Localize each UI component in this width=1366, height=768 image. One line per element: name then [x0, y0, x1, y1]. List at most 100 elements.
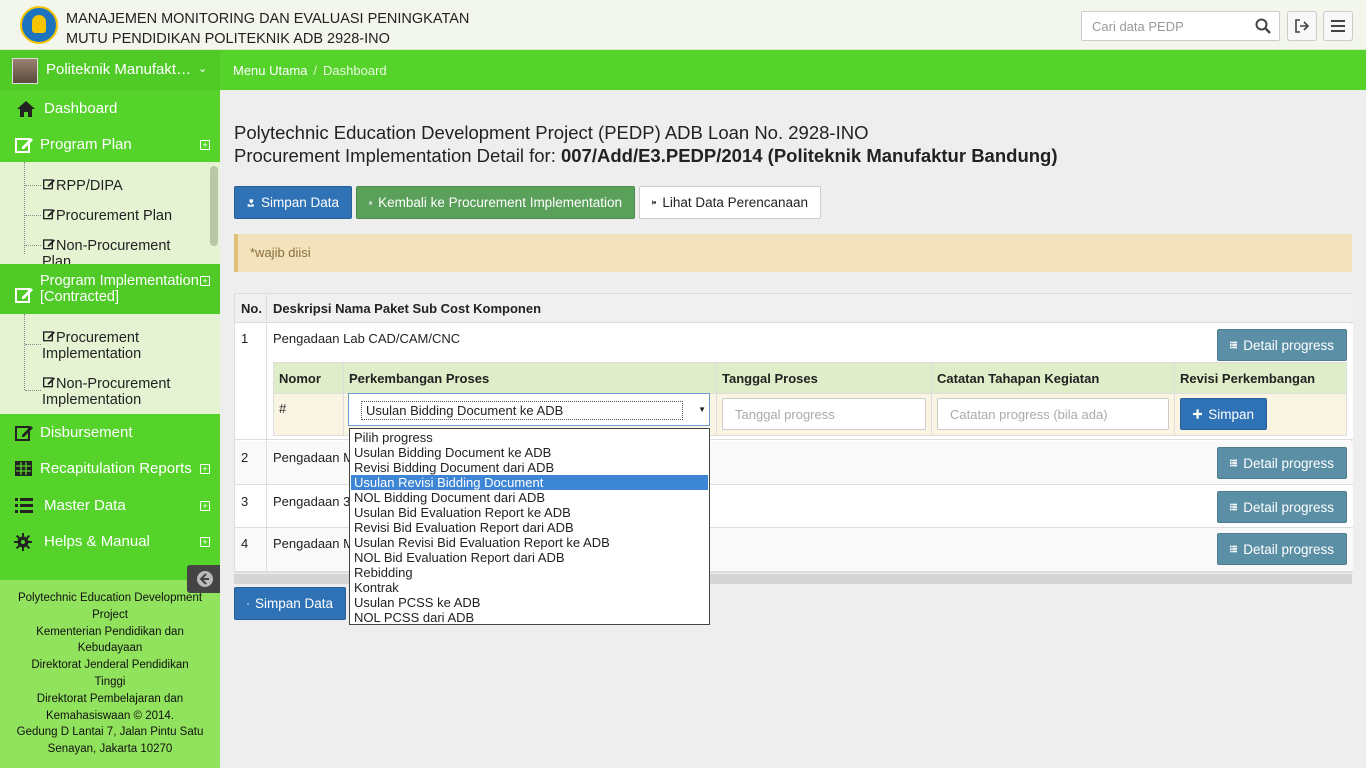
row-description: Pengadaan M	[273, 450, 354, 465]
sidebar-label-procurement-plan: Procurement Plan	[56, 208, 173, 224]
expand-icon[interactable]: +	[200, 501, 210, 511]
edit-icon	[43, 239, 55, 250]
sidebar-footer: Polytechnic Education Development Projec…	[0, 580, 220, 768]
dropdown-option[interactable]: NOL PCSS dari ADB	[351, 610, 708, 625]
logout-button[interactable]	[1287, 11, 1317, 41]
save-data-bottom-label: Simpan Data	[254, 596, 333, 611]
expand-icon[interactable]: +	[200, 537, 210, 547]
row-description: Pengadaan M	[273, 536, 354, 551]
menu-toggle-button[interactable]	[1323, 11, 1353, 41]
sidebar-label-procurement-2: Implementation	[42, 346, 142, 362]
dropdown-option[interactable]: Usulan PCSS ke ADB	[351, 595, 708, 610]
sidebar-collapse-button[interactable]	[187, 565, 220, 593]
dropdown-option[interactable]: NOL Bidding Document dari ADB	[351, 490, 708, 505]
sidebar-label-dashboard: Dashboard	[44, 100, 118, 117]
detail-progress-label: Detail progress	[1243, 455, 1334, 471]
home-icon	[17, 101, 35, 117]
dropdown-option[interactable]: Revisi Bid Evaluation Report dari ADB	[351, 520, 708, 535]
search-input[interactable]	[1082, 12, 1242, 40]
list-icon	[1230, 341, 1238, 349]
sidebar-label-program-implementation: Program Implementation [Contracted]	[40, 273, 199, 305]
sidebar-label-disbursement: Disbursement	[40, 424, 133, 441]
sidebar-item-disbursement[interactable]: Disbursement	[0, 424, 220, 446]
edit-icon	[43, 179, 55, 190]
submenu-scrollbar[interactable]	[208, 162, 220, 264]
progress-number: #	[279, 401, 287, 416]
sidebar-label-program-implementation-line1: Program Implementation	[40, 273, 199, 289]
sidebar-item-dashboard[interactable]: Dashboard	[0, 98, 220, 120]
sidebar-item-program-plan[interactable]: Program Plan +	[0, 134, 220, 156]
view-plan-data-button[interactable]: Lihat Data Perencanaan	[639, 186, 821, 219]
progress-date-input[interactable]: Tanggal progress	[722, 398, 926, 430]
detail-progress-button[interactable]: Detail progress	[1217, 491, 1347, 523]
table-header: No. Deskripsi Nama Paket Sub Cost Kompon…	[235, 294, 1353, 323]
save-data-bottom-button[interactable]: Simpan Data	[234, 587, 346, 620]
detail-progress-button[interactable]: Detail progress	[1217, 447, 1347, 479]
progress-note-input[interactable]: Catatan progress (bila ada)	[937, 398, 1169, 430]
list-icon	[15, 498, 33, 513]
list-icon	[1230, 545, 1238, 553]
detail-progress-label: Detail progress	[1243, 499, 1334, 515]
sidebar-item-recapitulation-reports[interactable]: Recapitulation Reports +	[0, 460, 220, 482]
dropdown-option[interactable]: Pilih progress	[351, 430, 708, 445]
sidebar-item-non-procurement-plan[interactable]: Non-Procurement Plan	[42, 238, 202, 264]
save-icon	[247, 198, 254, 207]
menu-icon	[1331, 20, 1345, 32]
sidebar-label-procurement: Procurement	[56, 330, 140, 346]
footer-line: Kementerian Pendidikan dan	[36, 625, 184, 638]
sidebar-label-program-plan: Program Plan	[40, 136, 132, 153]
dropdown-option[interactable]: Usulan Revisi Bid Evaluation Report ke A…	[351, 535, 708, 550]
sidebar-label-program-implementation-line2: [Contracted]	[40, 289, 119, 305]
sidebar-item-program-implementation[interactable]: Program Implementation [Contracted] +	[0, 264, 220, 314]
sidebar-label-recapitulation: Recapitulation Reports	[40, 460, 192, 477]
submenu-scrollbar-2[interactable]	[208, 314, 220, 414]
list-icon	[369, 201, 373, 204]
subheader-revisi: Revisi Perkembangan	[1180, 371, 1316, 386]
expand-icon[interactable]: +	[200, 276, 210, 286]
dropdown-option[interactable]: Usulan Bid Evaluation Report ke ADB	[351, 505, 708, 520]
sidebar-item-procurement-implementation[interactable]: Procurement Implementation	[42, 330, 141, 362]
sidebar-label-master-data: Master Data	[44, 497, 126, 514]
save-progress-button[interactable]: Simpan	[1180, 398, 1267, 430]
detail-progress-button[interactable]: Detail progress	[1217, 329, 1347, 361]
row-description: Pengadaan Lab CAD/CAM/CNC	[273, 331, 461, 346]
top-header: MANAJEMEN MONITORING DAN EVALUASI PENING…	[0, 0, 1366, 50]
sidebar-item-helps-manual[interactable]: Helps & Manual +	[0, 532, 220, 554]
subheader-tanggal: Tanggal Proses	[722, 371, 818, 386]
app-title: MANAJEMEN MONITORING DAN EVALUASI PENING…	[66, 9, 469, 49]
sidebar-label-non-procurement: Non-Procurement	[56, 376, 171, 392]
header-description: Deskripsi Nama Paket Sub Cost Komponen	[273, 301, 542, 316]
breadcrumb-home[interactable]: Menu Utama	[233, 63, 307, 78]
dropdown-option[interactable]: NOL Bid Evaluation Report dari ADB	[351, 550, 708, 565]
caret-down-icon: ▼	[698, 405, 706, 414]
sidebar-item-rpp-dipa[interactable]: RPP/DIPA	[42, 178, 123, 194]
detail-progress-button[interactable]: Detail progress	[1217, 533, 1347, 565]
avatar	[12, 58, 38, 84]
expand-icon[interactable]: +	[200, 464, 210, 474]
progress-select[interactable]: Usulan Bidding Document ke ADB ▼	[348, 393, 710, 426]
save-data-button[interactable]: Simpan Data	[234, 186, 352, 219]
header-no: No.	[241, 301, 262, 316]
user-menu[interactable]: Politeknik Manufaktur Bandung ⌄	[0, 50, 220, 90]
back-to-procurement-button[interactable]: Kembali ke Procurement Implementation	[356, 186, 635, 219]
search-icon[interactable]	[1255, 18, 1271, 34]
dropdown-option[interactable]: Rebidding	[351, 565, 708, 580]
row-number: 2	[241, 450, 249, 465]
dropdown-option-highlighted[interactable]: Usulan Revisi Bidding Document	[351, 475, 708, 490]
sidebar-item-procurement-plan[interactable]: Procurement Plan	[42, 208, 172, 224]
edit-icon	[43, 377, 55, 388]
detail-progress-label: Detail progress	[1243, 541, 1334, 557]
subheader-catatan: Catatan Tahapan Kegiatan	[937, 371, 1100, 386]
backward-icon	[652, 200, 657, 205]
save-data-label: Simpan Data	[260, 195, 339, 210]
dropdown-option[interactable]: Kontrak	[351, 580, 708, 595]
expand-icon[interactable]: +	[200, 140, 210, 150]
sidebar-item-non-procurement-implementation[interactable]: Non-Procurement Implementation	[42, 376, 170, 408]
page-title: Polytechnic Education Development Projec…	[234, 121, 1058, 167]
search-box	[1081, 11, 1280, 41]
dropdown-option[interactable]: Revisi Bidding Document dari ADB	[351, 460, 708, 475]
sidebar-item-master-data[interactable]: Master Data +	[0, 496, 220, 518]
dropdown-option[interactable]: Usulan Bidding Document ke ADB	[351, 445, 708, 460]
breadcrumb-current: Dashboard	[323, 63, 387, 78]
row-description: Pengadaan 3	[273, 494, 351, 509]
